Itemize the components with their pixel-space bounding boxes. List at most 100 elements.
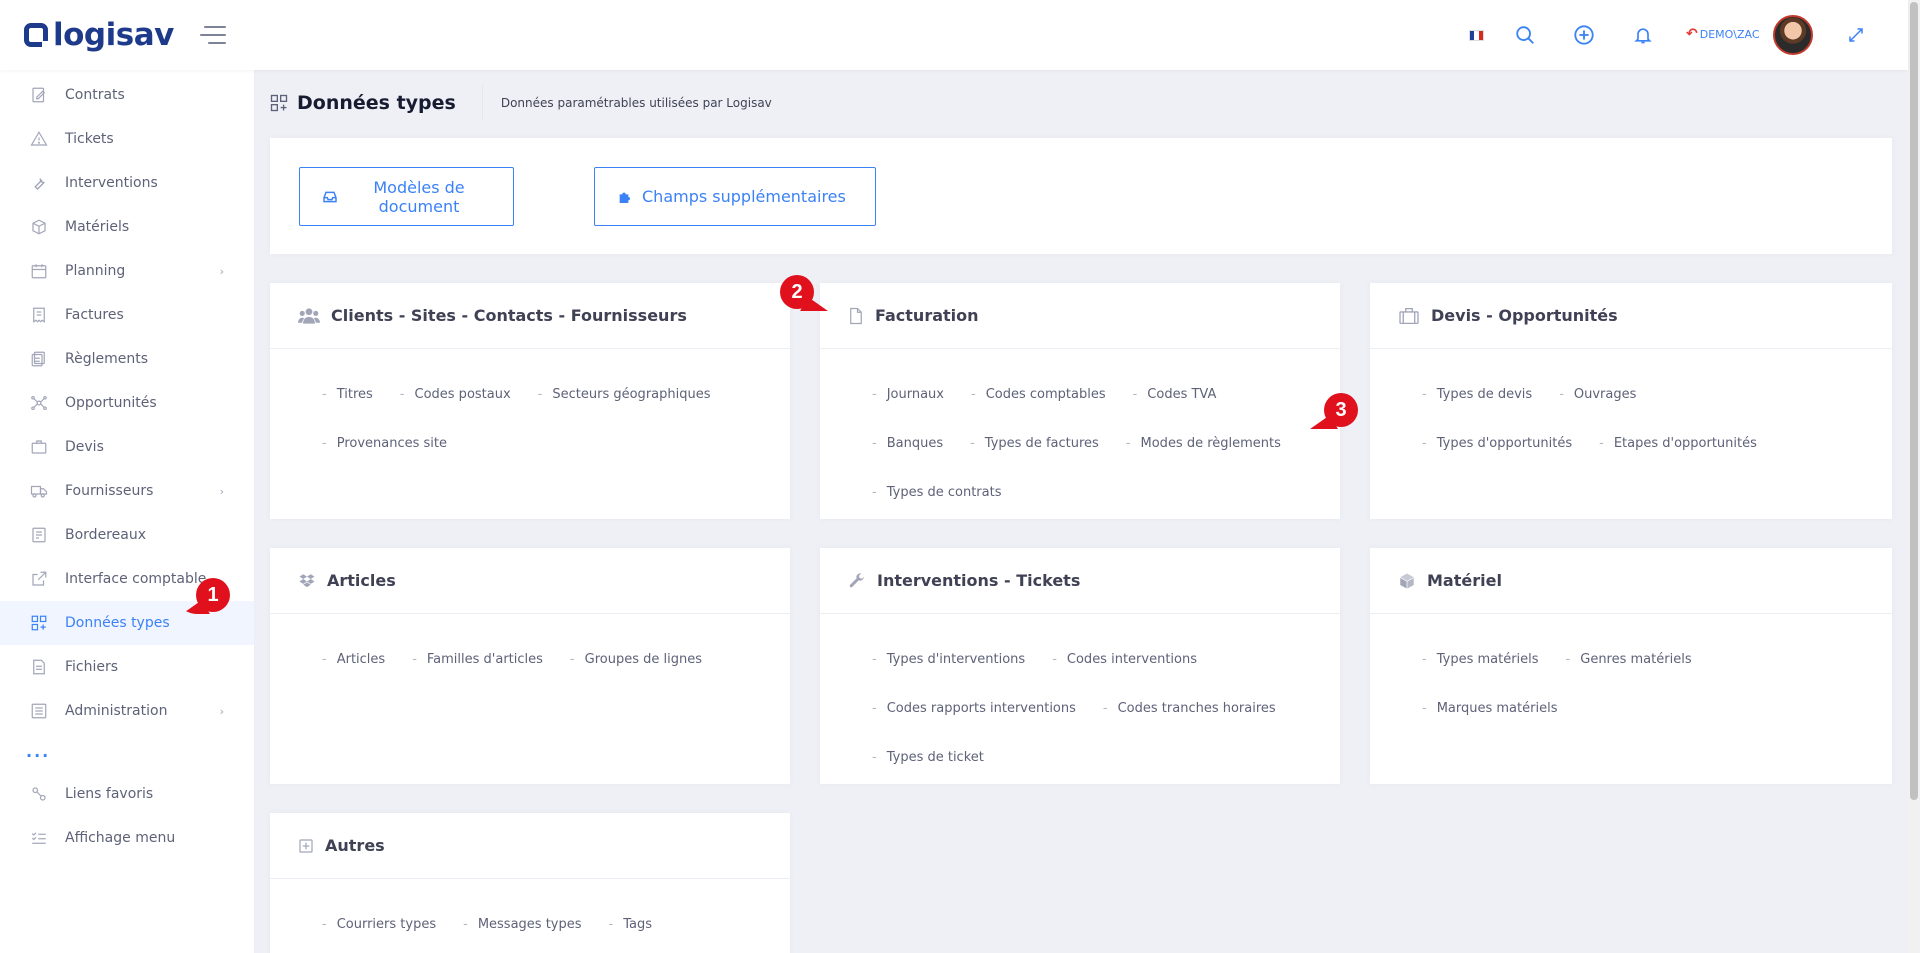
card-title: Articles: [327, 571, 396, 590]
link-codes-tva[interactable]: Codes TVA: [1133, 387, 1216, 402]
avatar[interactable]: [1773, 15, 1813, 55]
link-banques[interactable]: Banques: [872, 436, 943, 451]
sidebar-item-affichage-menu[interactable]: Affichage menu: [0, 816, 254, 860]
network-icon: [28, 392, 50, 414]
grid-plus-icon: [269, 93, 289, 113]
clients-card: Clients - Sites - Contacts - Fournisseur…: [270, 283, 790, 519]
link-types-d-interventions[interactable]: Types d'interventions: [872, 652, 1026, 667]
link-codes-postaux[interactable]: Codes postaux: [400, 387, 511, 402]
wrench-icon: [848, 572, 866, 590]
toolbar-card: Modèles de document Champs supplémentair…: [270, 138, 1892, 254]
sidebar-item-materiels[interactable]: Matériels: [0, 205, 254, 249]
contract-icon: [28, 84, 50, 106]
link-etapes-d-opportunites[interactable]: Etapes d'opportunités: [1599, 436, 1757, 451]
sidebar-item-tickets[interactable]: Tickets: [0, 117, 254, 161]
sidebar-item-label: Affichage menu: [65, 830, 176, 846]
warning-icon: [28, 128, 50, 150]
document-models-label: Modèles de document: [373, 177, 465, 216]
sidebar-item-label: Tickets: [65, 131, 114, 147]
expand-icon[interactable]: [1841, 20, 1871, 50]
sidebar-item-label: Administration: [65, 703, 168, 719]
link-ouvrages[interactable]: Ouvrages: [1559, 387, 1637, 402]
sidebar-item-fournisseurs[interactable]: Fournisseurs ›: [0, 469, 254, 513]
link-journaux[interactable]: Journaux: [872, 387, 944, 402]
link-familles-d-articles[interactable]: Familles d'articles: [412, 652, 543, 667]
impersonation-link[interactable]: ↶ DEMO\ZAC: [1686, 26, 1760, 42]
menu-list-icon: [28, 827, 50, 849]
sidebar-item-opportunites[interactable]: Opportunités: [0, 381, 254, 425]
link-messages-types[interactable]: Messages types: [463, 917, 582, 932]
main-content: Données types Données paramétrables util…: [255, 70, 1908, 953]
link-types-de-factures[interactable]: Types de factures: [970, 436, 1099, 451]
step-marker-1: 1: [196, 578, 230, 612]
sidebar-item-fichiers[interactable]: Fichiers: [0, 645, 254, 689]
sidebar-item-liens-favoris[interactable]: Liens favoris: [0, 772, 254, 816]
inbox-icon: [322, 189, 338, 205]
sidebar-item-label: Fournisseurs: [65, 483, 154, 499]
link-codes-tranches-horaires[interactable]: Codes tranches horaires: [1103, 701, 1276, 716]
card-title: Clients - Sites - Contacts - Fournisseur…: [331, 306, 687, 325]
grid-plus-icon: [28, 612, 50, 634]
link-marques-materiels[interactable]: Marques matériels: [1422, 701, 1558, 716]
link-types-de-devis[interactable]: Types de devis: [1422, 387, 1532, 402]
logo[interactable]: logisav: [24, 16, 174, 54]
plus-square-icon: [298, 838, 314, 854]
card-title: Autres: [325, 836, 385, 855]
sidebar-item-label: Interventions: [65, 175, 158, 191]
french-flag-icon[interactable]: [1469, 30, 1484, 41]
settings-list-icon: [28, 700, 50, 722]
sidebar-item-label: Fichiers: [65, 659, 119, 675]
dropbox-icon: [298, 572, 316, 590]
page-title: Données types: [297, 92, 456, 114]
link-modes-de-reglements[interactable]: Modes de règlements: [1126, 436, 1281, 451]
page-subtitle: Données paramétrables utilisées par Logi…: [500, 96, 772, 110]
link-types-materiels[interactable]: Types matériels: [1422, 652, 1539, 667]
file-icon: [28, 656, 50, 678]
briefcase-icon: [28, 436, 50, 458]
header-divider: [481, 85, 483, 121]
menu-toggle-icon[interactable]: [200, 26, 226, 46]
document-models-button[interactable]: Modèles de document: [299, 167, 514, 226]
search-icon[interactable]: [1510, 20, 1540, 50]
sidebar-item-factures[interactable]: Factures: [0, 293, 254, 337]
sidebar-item-devis[interactable]: Devis: [0, 425, 254, 469]
sidebar-item-label: Données types: [65, 615, 170, 631]
link-codes-interventions[interactable]: Codes interventions: [1052, 652, 1197, 667]
sidebar-item-label: Bordereaux: [65, 527, 146, 543]
sidebar-item-interventions[interactable]: Interventions: [0, 161, 254, 205]
users-icon: [298, 307, 320, 325]
sidebar-item-label: Opportunités: [65, 395, 157, 411]
invoice-icon: [28, 304, 50, 326]
scrollbar-thumb[interactable]: [1910, 2, 1918, 800]
devis-card: Devis - Opportunités Types de devis Ouvr…: [1370, 283, 1892, 519]
link-articles[interactable]: Articles: [322, 652, 385, 667]
sidebar-item-reglements[interactable]: Règlements: [0, 337, 254, 381]
page-scrollbar[interactable]: [1908, 0, 1920, 953]
add-circle-icon[interactable]: [1569, 20, 1599, 50]
autres-card: Autres Courriers types Messages types Ta…: [270, 813, 790, 953]
sidebar-item-planning[interactable]: Planning ›: [0, 249, 254, 293]
sidebar-item-label: Planning: [65, 263, 126, 279]
link-secteurs-geographiques[interactable]: Secteurs géographiques: [538, 387, 710, 402]
link-genres-materiels[interactable]: Genres matériels: [1566, 652, 1691, 667]
extra-fields-button[interactable]: Champs supplémentaires: [594, 167, 876, 226]
sidebar-item-bordereaux[interactable]: Bordereaux: [0, 513, 254, 557]
bell-icon[interactable]: [1628, 20, 1658, 50]
more-dots[interactable]: ...: [0, 733, 254, 769]
sidebar-item-contrats[interactable]: Contrats: [0, 73, 254, 117]
link-types-d-opportunites[interactable]: Types d'opportunités: [1422, 436, 1572, 451]
step-marker-2: 2: [780, 275, 814, 309]
link-titres[interactable]: Titres: [322, 387, 373, 402]
link-groupes-de-lignes[interactable]: Groupes de lignes: [570, 652, 702, 667]
sidebar-item-label: Liens favoris: [65, 786, 154, 802]
link-tags[interactable]: Tags: [609, 917, 652, 932]
link-codes-rapports-interventions[interactable]: Codes rapports interventions: [872, 701, 1076, 716]
link-courriers-types[interactable]: Courriers types: [322, 917, 436, 932]
link-types-de-contrats[interactable]: Types de contrats: [872, 485, 1002, 500]
link-provenances-site[interactable]: Provenances site: [322, 436, 447, 451]
link-codes-comptables[interactable]: Codes comptables: [971, 387, 1106, 402]
briefcase-icon: [1398, 307, 1420, 325]
sidebar-item-administration[interactable]: Administration ›: [0, 689, 254, 733]
cube-icon: [1398, 572, 1416, 590]
link-types-de-ticket[interactable]: Types de ticket: [872, 750, 984, 765]
